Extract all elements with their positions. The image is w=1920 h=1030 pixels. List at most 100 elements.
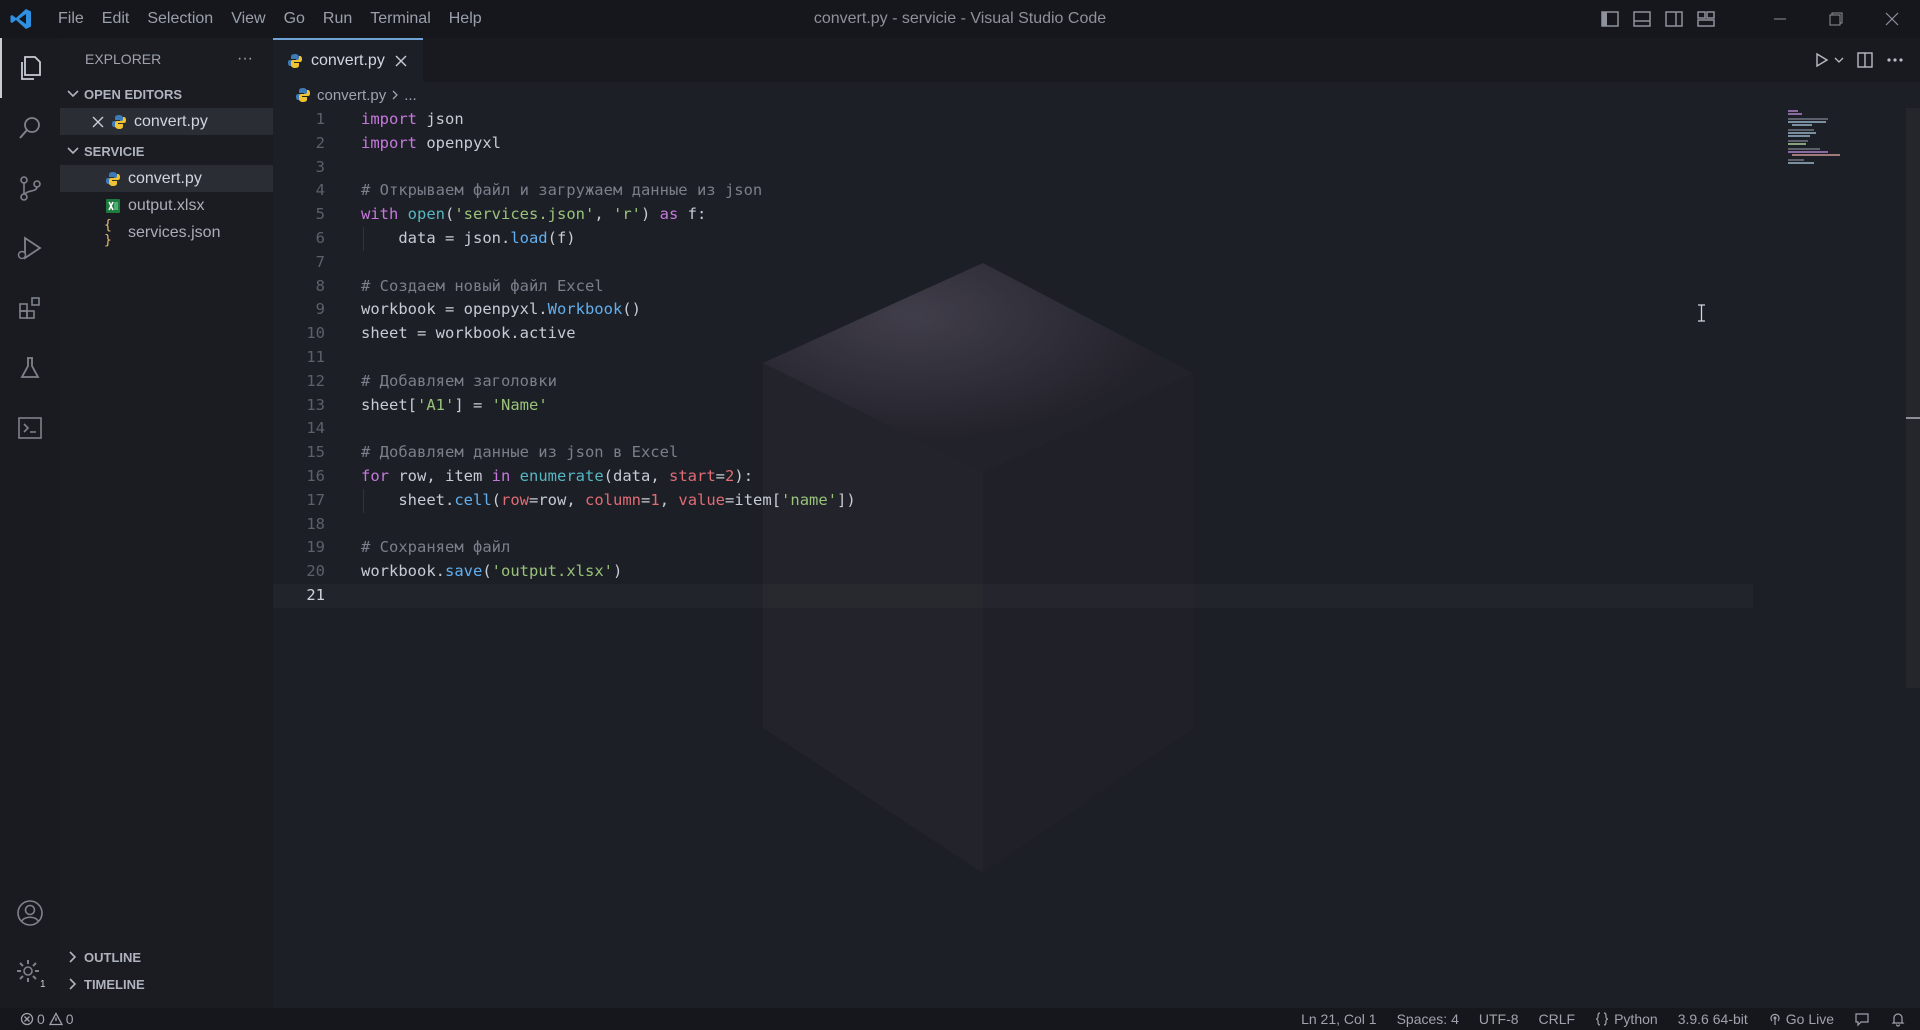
breadcrumb-file[interactable]: convert.py bbox=[317, 87, 386, 104]
explorer-title: EXPLORER bbox=[85, 51, 162, 67]
code-line[interactable]: 16 for row, item in enumerate(data, start… bbox=[273, 465, 1753, 489]
go-live-label: Go Live bbox=[1785, 1011, 1834, 1027]
menu-help[interactable]: Help bbox=[440, 0, 491, 38]
close-window-button[interactable] bbox=[1864, 0, 1920, 38]
activity-explorer[interactable] bbox=[0, 38, 60, 98]
activity-extensions[interactable] bbox=[0, 278, 60, 338]
activity-search[interactable] bbox=[0, 98, 60, 158]
code-line[interactable]: 6 data = json.load(f) bbox=[273, 226, 1753, 251]
activity-manage[interactable]: 1 bbox=[0, 943, 60, 1003]
run-debug-icon bbox=[17, 236, 42, 260]
code-line[interactable]: 2 import openpyxl bbox=[273, 132, 1753, 156]
breadcrumb-symbols[interactable]: ... bbox=[404, 87, 417, 104]
json-file-icon: { } bbox=[104, 217, 112, 248]
status-bar: 0 0 Ln 21, Col 1 Spaces: 4 UTF-8 CRLF Py… bbox=[0, 1008, 1920, 1030]
open-editor-item[interactable]: convert.py bbox=[60, 108, 273, 135]
code-editor[interactable]: 1 import json 2 import openpyxl 3 4 # Откры… bbox=[273, 108, 1753, 608]
code-line[interactable]: 4 # Открываем файл и загружаем данные из … bbox=[273, 179, 1753, 203]
code-line[interactable]: 17 sheet.cell(row=row, column=1, value=i… bbox=[273, 488, 1753, 513]
editor-actions bbox=[1808, 38, 1910, 82]
toggle-panel-icon[interactable] bbox=[1632, 9, 1652, 29]
menu-file[interactable]: File bbox=[49, 0, 93, 38]
code-line[interactable]: 11 bbox=[273, 346, 1753, 370]
code-line[interactable]: 18 bbox=[273, 513, 1753, 537]
end-of-line[interactable]: CRLF bbox=[1539, 1011, 1576, 1027]
activity-testing[interactable] bbox=[0, 338, 60, 398]
title-bar: File Edit Selection View Go Run Terminal… bbox=[0, 0, 1920, 38]
restore-button[interactable] bbox=[1808, 0, 1864, 38]
minimize-button[interactable] bbox=[1752, 0, 1808, 38]
split-editor-button[interactable] bbox=[1856, 51, 1874, 69]
code-line[interactable]: 9 workbook = openpyxl.Workbook() bbox=[273, 298, 1753, 322]
code-line[interactable]: 3 bbox=[273, 156, 1753, 180]
extensions-icon bbox=[19, 297, 40, 319]
code-line[interactable]: 1 import json bbox=[273, 108, 1753, 132]
code-text: import json bbox=[361, 110, 464, 128]
python-file-icon bbox=[104, 170, 121, 187]
code-line[interactable]: 20 workbook.save('output.xlsx') bbox=[273, 560, 1753, 584]
code-comment: # Открываем файл и загружаем данные из j… bbox=[361, 181, 763, 200]
folder-section[interactable]: SERVICIE bbox=[60, 137, 273, 165]
editor-area[interactable]: convert.py convert.py ... 1 import json 2… bbox=[273, 38, 1920, 1008]
code-line[interactable]: 13 sheet['A1'] = 'Name' bbox=[273, 394, 1753, 418]
menu-edit[interactable]: Edit bbox=[93, 0, 139, 38]
tab-convert-py[interactable]: convert.py bbox=[273, 38, 423, 82]
minimap[interactable] bbox=[1788, 108, 1858, 168]
customize-layout-icon[interactable] bbox=[1696, 9, 1716, 29]
file-item-services[interactable]: { } services.json bbox=[60, 217, 273, 248]
notifications-button[interactable] bbox=[1890, 1011, 1906, 1027]
outline-section[interactable]: OUTLINE bbox=[60, 943, 273, 971]
go-live-button[interactable]: Go Live bbox=[1768, 1011, 1834, 1027]
toggle-secondary-sidebar-icon[interactable] bbox=[1664, 9, 1684, 29]
code-line[interactable]: 19 # Сохраняем файл bbox=[273, 536, 1753, 560]
code-comment: # Добавляем заголовки bbox=[361, 371, 557, 390]
encoding[interactable]: UTF-8 bbox=[1479, 1011, 1519, 1027]
toggle-primary-sidebar-icon[interactable] bbox=[1600, 9, 1620, 29]
code-line[interactable]: 14 bbox=[273, 417, 1753, 441]
open-editors-label: OPEN EDITORS bbox=[84, 86, 183, 102]
scrollbar-cursor-marker bbox=[1906, 417, 1920, 419]
file-item-convert[interactable]: convert.py bbox=[60, 165, 273, 192]
code-line[interactable]: 5 with open('services.json', 'r') as f: bbox=[273, 203, 1753, 227]
activity-accounts[interactable] bbox=[0, 883, 60, 943]
settings-badge: 1 bbox=[40, 979, 46, 989]
activity-terminal[interactable] bbox=[0, 398, 60, 458]
minimize-icon bbox=[1774, 18, 1786, 20]
activity-run-debug[interactable] bbox=[0, 218, 60, 278]
language-mode[interactable]: Python bbox=[1595, 1011, 1658, 1027]
menu-run[interactable]: Run bbox=[314, 0, 361, 38]
menu-view[interactable]: View bbox=[222, 0, 274, 38]
timeline-section[interactable]: TIMELINE bbox=[60, 970, 273, 998]
explorer-more-actions-button[interactable]: ··· bbox=[237, 50, 253, 68]
code-text: workbook.save('output.xlsx') bbox=[361, 562, 623, 581]
run-python-file-button[interactable] bbox=[1814, 52, 1844, 68]
close-icon[interactable] bbox=[92, 116, 104, 128]
activity-source-control[interactable] bbox=[0, 158, 60, 218]
cursor-position[interactable]: Ln 21, Col 1 bbox=[1301, 1011, 1377, 1027]
vscode-logo-icon[interactable] bbox=[9, 7, 33, 31]
testing-icon bbox=[20, 357, 40, 378]
menu-go[interactable]: Go bbox=[275, 0, 314, 38]
feedback-button[interactable] bbox=[1854, 1011, 1870, 1027]
code-line[interactable]: 8 # Создаем новый файл Excel bbox=[273, 275, 1753, 299]
problems-indicator[interactable]: 0 0 bbox=[20, 1011, 74, 1027]
code-line-current[interactable]: 21 bbox=[273, 584, 1753, 608]
open-editors-section[interactable]: OPEN EDITORS bbox=[60, 80, 273, 108]
file-label: output.xlsx bbox=[128, 196, 205, 214]
indentation[interactable]: Spaces: 4 bbox=[1397, 1011, 1459, 1027]
vertical-scrollbar[interactable] bbox=[1906, 108, 1920, 688]
python-interpreter[interactable]: 3.9.6 64-bit bbox=[1678, 1011, 1748, 1027]
close-icon[interactable] bbox=[395, 55, 407, 67]
bell-icon bbox=[1891, 1013, 1905, 1027]
menu-terminal[interactable]: Terminal bbox=[361, 0, 439, 38]
code-line[interactable]: 15 # Добавляем данные из json в Excel bbox=[273, 441, 1753, 465]
file-item-output[interactable]: output.xlsx bbox=[60, 192, 273, 219]
code-line[interactable]: 7 bbox=[273, 251, 1753, 275]
code-text: workbook = openpyxl.Workbook() bbox=[361, 300, 641, 319]
play-icon bbox=[1816, 52, 1829, 68]
code-line[interactable]: 12 # Добавляем заголовки bbox=[273, 370, 1753, 394]
menu-selection[interactable]: Selection bbox=[138, 0, 222, 38]
code-line[interactable]: 10 sheet = workbook.active bbox=[273, 322, 1753, 346]
more-actions-button[interactable] bbox=[1886, 57, 1904, 63]
code-text: sheet = workbook.active bbox=[361, 324, 576, 343]
